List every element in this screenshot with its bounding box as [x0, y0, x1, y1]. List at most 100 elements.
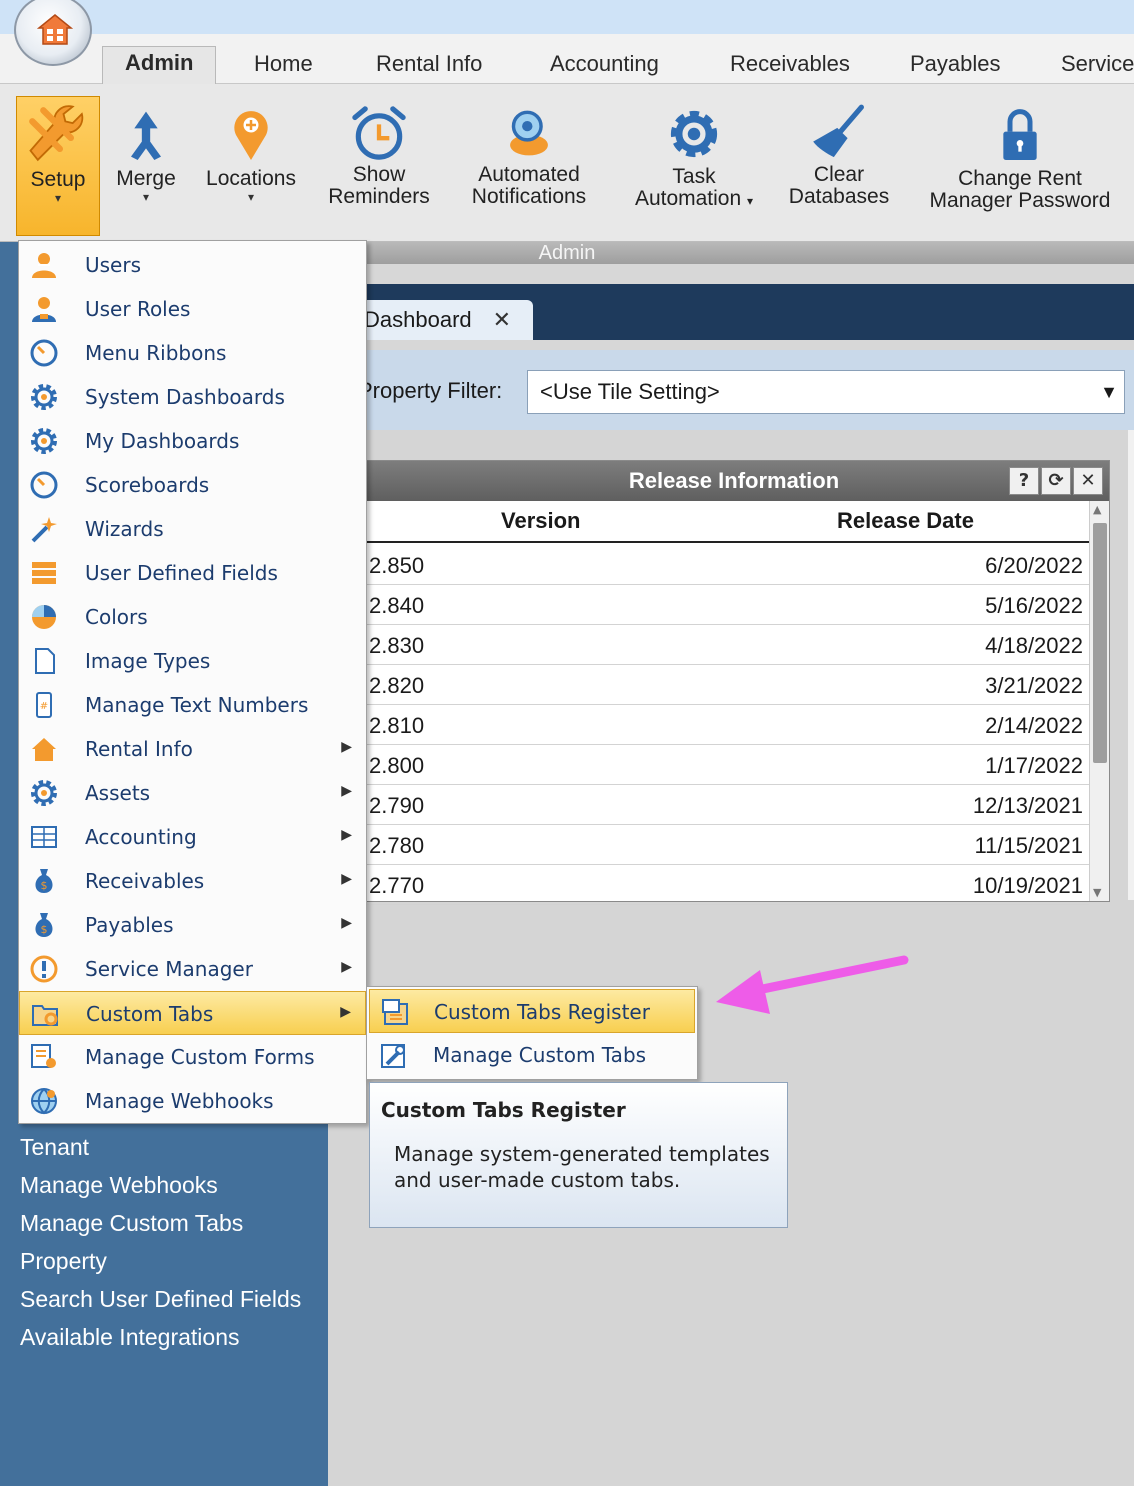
tab-admin[interactable]: Admin — [102, 46, 217, 86]
version-cell: 2.780 — [369, 833, 425, 858]
menu-item-my-dashboards[interactable]: My Dashboards — [19, 419, 366, 463]
phone-icon: # — [36, 692, 52, 718]
sidebar-item-search-udf[interactable]: Search User Defined Fields — [20, 1286, 301, 1313]
menu-item-label: System Dashboards — [85, 385, 285, 409]
locations-button[interactable]: Locations ▾ — [198, 96, 304, 236]
user-roles-icon — [32, 297, 56, 322]
tooltip: Custom Tabs Register Manage system-gener… — [369, 1082, 788, 1228]
table-row[interactable]: 2.850 6/20/2022 — [329, 545, 1089, 585]
submenu-arrow-icon: ▶ — [340, 1004, 351, 1020]
property-filter-select[interactable]: <Use Tile Setting> ▼ — [527, 370, 1125, 414]
menu-item-menu-ribbons[interactable]: Menu Ribbons — [19, 331, 366, 375]
gear-icon — [31, 780, 57, 806]
automated-notifications-button[interactable]: Automated Notifications — [458, 96, 600, 236]
change-password-label-1: Change Rent — [958, 167, 1082, 190]
tab-service[interactable]: Service — [1061, 48, 1134, 84]
close-icon[interactable]: ✕ — [493, 300, 511, 340]
menu-item-rental-info[interactable]: Rental Info ▶ — [19, 727, 366, 771]
column-header-release-date[interactable]: Release Date — [837, 508, 974, 534]
tab-home[interactable]: Home — [254, 48, 313, 84]
version-cell: 2.850 — [369, 553, 425, 578]
table-row[interactable]: 2.840 5/16/2022 — [329, 585, 1089, 625]
tile-header: Release Information — [329, 461, 1109, 501]
fields-icon — [32, 562, 56, 584]
table-row[interactable]: 2.830 4/18/2022 — [329, 625, 1089, 665]
tab-rental-info[interactable]: Rental Info — [376, 48, 482, 84]
submenu-item-manage-custom-tabs[interactable]: Manage Custom Tabs — [369, 1033, 695, 1077]
menu-item-user-defined-fields[interactable]: User Defined Fields — [19, 551, 366, 595]
menu-item-wizards[interactable]: Wizards — [19, 507, 366, 551]
menu-item-manage-text-numbers[interactable]: # Manage Text Numbers — [19, 683, 366, 727]
column-header-version[interactable]: Version — [501, 508, 580, 534]
scrollbar-thumb[interactable] — [1093, 523, 1107, 763]
submenu-item-custom-tabs-register[interactable]: Custom Tabs Register — [369, 989, 695, 1033]
tab-dashboard-label: Dashboard — [364, 307, 472, 332]
ledger-icon — [31, 826, 57, 848]
menu-item-service-manager[interactable]: Service Manager ▶ — [19, 947, 366, 991]
merge-button[interactable]: Merge ▾ — [108, 96, 184, 236]
sidebar-item-manage-custom-tabs[interactable]: Manage Custom Tabs — [20, 1210, 243, 1237]
menu-item-assets[interactable]: Assets ▶ — [19, 771, 366, 815]
sidebar-item-available-integrations[interactable]: Available Integrations — [20, 1324, 240, 1351]
sidebar-item-tenant[interactable]: Tenant — [20, 1134, 89, 1161]
clear-databases-button[interactable]: Clear Databases — [782, 96, 896, 236]
change-password-button[interactable]: Change Rent Manager Password — [918, 96, 1122, 236]
tile-title: Release Information — [628, 468, 840, 493]
menu-item-user-roles[interactable]: User Roles — [19, 287, 366, 331]
tab-payables[interactable]: Payables — [910, 48, 1001, 84]
menu-item-image-types[interactable]: Image Types — [19, 639, 366, 683]
menu-item-colors[interactable]: Colors — [19, 595, 366, 639]
close-icon[interactable]: ✕ — [1073, 467, 1103, 495]
chevron-down-icon: ▾ — [747, 194, 754, 208]
menu-item-users[interactable]: Users — [19, 243, 366, 287]
table-row[interactable]: 2.780 11/15/2021 — [329, 825, 1089, 865]
dropdown-arrow-icon[interactable]: ▼ — [1100, 371, 1118, 413]
wand-icon — [31, 517, 57, 543]
table-row[interactable]: 2.790 12/13/2021 — [329, 785, 1089, 825]
show-reminders-button[interactable]: Show Reminders — [322, 96, 436, 236]
menu-item-label: User Roles — [85, 297, 191, 321]
release-grid: 2.850 6/20/2022 2.840 5/16/2022 2.830 4/18/… — [329, 545, 1089, 905]
money-bag-icon: $ — [35, 913, 53, 937]
menu-item-scoreboards[interactable]: Scoreboards — [19, 463, 366, 507]
table-row[interactable]: 2.820 3/21/2022 — [329, 665, 1089, 705]
refresh-icon[interactable]: ⟳ — [1041, 467, 1071, 495]
globe-icon — [31, 1088, 57, 1115]
scroll-down-icon[interactable]: ▼ — [1093, 886, 1101, 899]
submenu-arrow-icon: ▶ — [341, 871, 352, 887]
submenu-arrow-icon: ▶ — [341, 959, 352, 975]
menu-item-custom-tabs[interactable]: Custom Tabs ▶ — [19, 991, 366, 1035]
sidebar-item-manage-webhooks[interactable]: Manage Webhooks — [20, 1172, 218, 1199]
app-house-icon — [37, 14, 73, 45]
menu-item-manage-custom-forms[interactable]: Manage Custom Forms — [19, 1035, 366, 1079]
menu-item-label: User Defined Fields — [85, 561, 278, 585]
menu-item-payables[interactable]: $ Payables ▶ — [19, 903, 366, 947]
table-row[interactable]: 2.800 1/17/2022 — [329, 745, 1089, 785]
menu-item-manage-webhooks[interactable]: Manage Webhooks — [19, 1079, 366, 1123]
menu-item-label: Manage Webhooks — [85, 1089, 274, 1113]
menu-item-accounting[interactable]: Accounting ▶ — [19, 815, 366, 859]
version-cell: 2.770 — [369, 873, 425, 898]
help-icon[interactable]: ? — [1009, 467, 1039, 495]
date-cell: 2/14/2022 — [985, 713, 1083, 738]
grid-header: Version Release Date — [329, 501, 1089, 543]
table-row[interactable]: 2.810 2/14/2022 — [329, 705, 1089, 745]
clear-databases-label-2: Databases — [788, 185, 890, 208]
table-row[interactable]: 2.770 10/19/2021 — [329, 865, 1089, 905]
scroll-up-icon[interactable]: ▲ — [1093, 503, 1101, 516]
tab-accounting[interactable]: Accounting — [550, 48, 659, 84]
task-automation-button[interactable]: Task Automation ▾ — [620, 96, 768, 236]
gear-icon — [670, 110, 718, 158]
map-pin-icon — [234, 111, 268, 160]
setup-button[interactable]: Setup ▾ — [16, 96, 100, 236]
menu-item-receivables[interactable]: $ Receivables ▶ — [19, 859, 366, 903]
tab-receivables[interactable]: Receivables — [730, 48, 850, 84]
sidebar-item-property[interactable]: Property — [20, 1248, 107, 1275]
annotation-arrow-icon — [716, 955, 909, 1014]
broom-icon — [813, 104, 864, 158]
document-icon — [35, 648, 55, 674]
clear-databases-label-1: Clear — [813, 163, 865, 186]
menu-item-label: Image Types — [85, 649, 211, 673]
menu-item-system-dashboards[interactable]: System Dashboards — [19, 375, 366, 419]
grid-scrollbar[interactable]: ▲ ▼ — [1089, 501, 1109, 901]
